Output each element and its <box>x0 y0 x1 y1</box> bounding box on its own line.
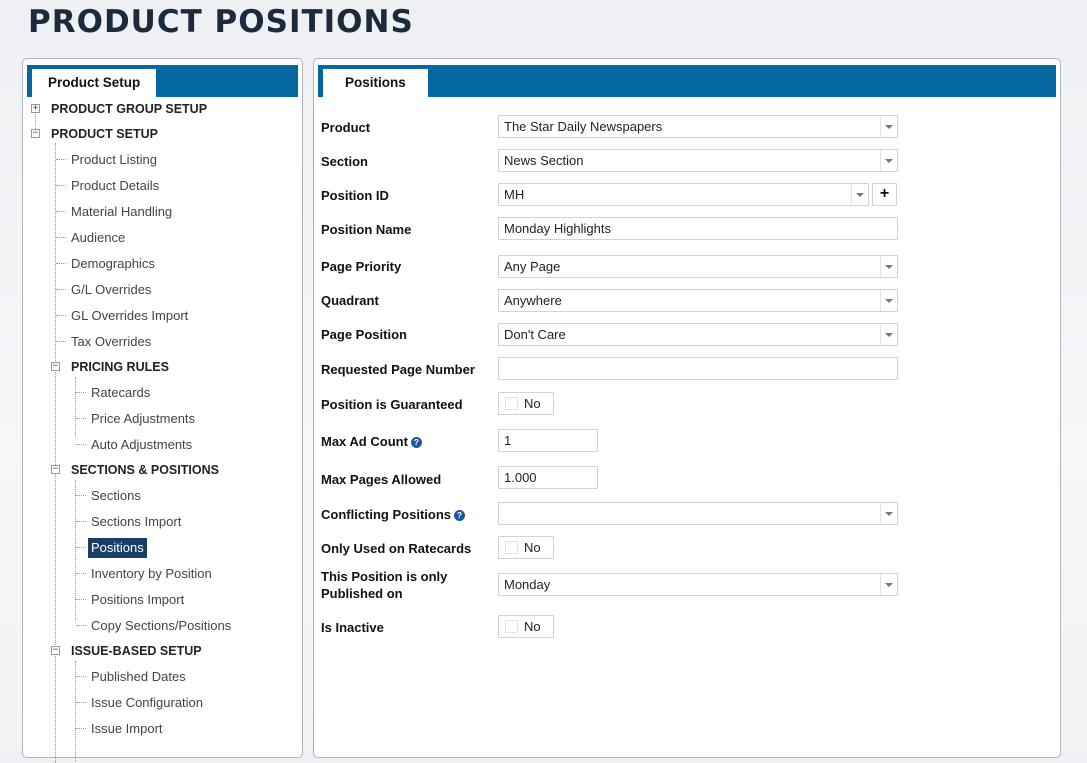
only-used-on-ratecards-label: Only Used on Ratecards <box>321 541 472 556</box>
max-pages-allowed-input[interactable]: 1.000 <box>498 466 598 489</box>
published-on-label: This Position is only Published on <box>321 568 447 602</box>
page-priority-label: Page Priority <box>321 259 402 274</box>
page-title: PRODUCT POSITIONS <box>28 4 414 40</box>
max-ad-count-label: Max Ad Count? <box>321 433 422 450</box>
tree-group-pricing-rules[interactable]: PRICING RULES <box>71 357 169 377</box>
checkbox[interactable] <box>505 541 518 554</box>
collapse-icon[interactable]: − <box>31 129 40 138</box>
chevron-down-icon[interactable] <box>880 574 897 595</box>
position-name-input[interactable]: Monday Highlights <box>498 217 898 240</box>
published-on-value: Monday <box>504 577 551 592</box>
toggle-label: No <box>524 540 541 555</box>
tree-item-product-listing[interactable]: Product Listing <box>71 150 157 170</box>
chevron-down-icon[interactable] <box>880 503 897 524</box>
section-select[interactable]: News Section <box>498 149 898 172</box>
tree-item-material-handling[interactable]: Material Handling <box>71 202 172 222</box>
section-label: Section <box>321 154 368 169</box>
tree-group-sections-positions[interactable]: SECTIONS & POSITIONS <box>71 460 219 480</box>
collapse-icon[interactable]: − <box>51 646 60 655</box>
product-select[interactable]: The Star Daily Newspapers <box>498 115 898 138</box>
tree-item-issue-import[interactable]: Issue Import <box>91 719 163 739</box>
chevron-down-icon[interactable] <box>851 184 868 205</box>
requested-page-number-label: Requested Page Number <box>321 362 475 377</box>
quadrant-label: Quadrant <box>321 293 379 308</box>
add-position-button[interactable]: + <box>872 183 897 206</box>
tree-group-product-setup[interactable]: PRODUCT SETUP <box>51 124 158 144</box>
conflicting-positions-label-text: Conflicting Positions <box>321 507 451 522</box>
max-pages-allowed-label: Max Pages Allowed <box>321 472 442 487</box>
tree-item-product-details[interactable]: Product Details <box>71 176 159 196</box>
requested-page-number-input[interactable] <box>498 357 898 380</box>
max-ad-count-label-text: Max Ad Count <box>321 434 408 449</box>
tree-item-demographics[interactable]: Demographics <box>71 254 155 274</box>
positions-panel-header: Positions <box>318 65 1056 97</box>
tree-item-sections[interactable]: Sections <box>91 486 141 506</box>
page-position-select[interactable]: Don't Care <box>498 323 898 346</box>
position-id-select[interactable]: MH <box>498 183 869 206</box>
chevron-down-icon[interactable] <box>880 116 897 137</box>
help-icon[interactable]: ? <box>410 437 422 448</box>
tree-item-auto-adjustments[interactable]: Auto Adjustments <box>91 435 192 455</box>
tree-group-product-group-setup[interactable]: PRODUCT GROUP SETUP <box>51 99 207 119</box>
chevron-down-icon[interactable] <box>880 290 897 311</box>
tab-product-setup[interactable]: Product Setup <box>32 69 157 97</box>
quadrant-select[interactable]: Anywhere <box>498 289 898 312</box>
help-icon[interactable]: ? <box>454 510 465 521</box>
tree-item-tax-overrides[interactable]: Tax Overrides <box>71 332 151 352</box>
tree-item-audience[interactable]: Audience <box>71 228 125 248</box>
only-used-on-ratecards-toggle[interactable]: No <box>498 536 554 559</box>
chevron-down-icon[interactable] <box>880 324 897 345</box>
tree-item-published-dates[interactable]: Published Dates <box>91 667 186 687</box>
tree-item-price-adjustments[interactable]: Price Adjustments <box>91 409 195 429</box>
is-inactive-label: Is Inactive <box>321 620 384 635</box>
checkbox[interactable] <box>505 397 518 410</box>
tree-group-issue-based-setup[interactable]: ISSUE-BASED SETUP <box>71 641 202 661</box>
collapse-icon[interactable]: − <box>51 465 60 474</box>
checkbox[interactable] <box>505 620 518 633</box>
tree-item-positions[interactable]: Positions <box>88 538 147 558</box>
tree-item-ratecards[interactable]: Ratecards <box>91 383 150 403</box>
page-position-label: Page Position <box>321 327 407 342</box>
tree-item-gl-overrides[interactable]: G/L Overrides <box>71 280 151 300</box>
toggle-label: No <box>524 396 541 411</box>
expand-icon[interactable]: + <box>31 104 40 113</box>
tree-item-positions-import[interactable]: Positions Import <box>91 590 184 610</box>
product-setup-panel: Product Setup + − − − − PRODUCT GROUP SE… <box>22 58 303 763</box>
product-setup-panel-header: Product Setup <box>27 65 298 97</box>
conflicting-positions-label: Conflicting Positions? <box>321 506 465 523</box>
position-id-value: MH <box>504 187 525 202</box>
position-guaranteed-toggle[interactable]: No <box>498 392 554 415</box>
chevron-down-icon[interactable] <box>880 150 897 171</box>
published-on-select[interactable]: Monday <box>498 573 898 596</box>
published-on-label-line1: This Position is only <box>321 569 448 584</box>
navigation-tree: + − − − − PRODUCT GROUP SETUP PRODUCT SE… <box>23 97 302 763</box>
published-on-label-line2: Published on <box>321 586 403 601</box>
tree-item-inventory-by-position[interactable]: Inventory by Position <box>91 564 212 584</box>
page-priority-select[interactable]: Any Page <box>498 255 898 278</box>
position-id-label: Position ID <box>321 188 389 203</box>
section-select-value: News Section <box>504 153 584 168</box>
conflicting-positions-select[interactable] <box>498 502 898 525</box>
toggle-label: No <box>524 619 541 634</box>
tree-item-copy-sections-positions[interactable]: Copy Sections/Positions <box>91 616 231 636</box>
product-label: Product <box>321 120 371 135</box>
product-select-value: The Star Daily Newspapers <box>504 119 663 134</box>
tab-positions[interactable]: Positions <box>323 69 428 97</box>
quadrant-value: Anywhere <box>504 293 562 308</box>
positions-panel: Positions Product The Star Daily Newspap… <box>313 58 1061 758</box>
tree-item-issue-configuration[interactable]: Issue Configuration <box>91 693 203 713</box>
collapse-icon[interactable]: − <box>51 362 60 371</box>
chevron-down-icon[interactable] <box>880 256 897 277</box>
is-inactive-toggle[interactable]: No <box>498 615 554 638</box>
page-priority-value: Any Page <box>504 259 561 274</box>
position-name-label: Position Name <box>321 222 412 237</box>
tree-item-gl-overrides-import[interactable]: GL Overrides Import <box>71 306 188 326</box>
tree-item-sections-import[interactable]: Sections Import <box>91 512 181 532</box>
page-position-value: Don't Care <box>504 327 566 342</box>
max-ad-count-input[interactable]: 1 <box>498 429 598 452</box>
position-guaranteed-label: Position is Guaranteed <box>321 397 463 412</box>
